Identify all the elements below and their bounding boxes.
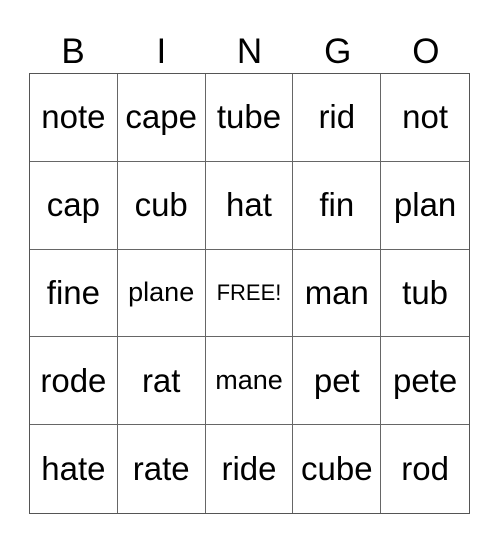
bingo-cell[interactable]: man xyxy=(293,249,382,338)
bingo-cell[interactable]: plan xyxy=(381,162,469,250)
bingo-cell[interactable]: rate xyxy=(118,425,206,513)
header-letter: B xyxy=(61,32,85,71)
bingo-cell[interactable]: cube xyxy=(293,425,382,513)
bingo-cell[interactable]: plane xyxy=(117,249,206,338)
bingo-cell[interactable]: rod xyxy=(381,425,469,513)
header-letter: N xyxy=(236,32,263,71)
bingo-cell[interactable]: tube xyxy=(205,74,294,162)
bingo-cell[interactable]: rode xyxy=(30,337,118,426)
bingo-cell[interactable]: pet xyxy=(293,337,382,426)
bingo-cell[interactable]: tub xyxy=(381,250,469,338)
header-letter: G xyxy=(324,32,352,71)
bingo-cell[interactable]: hat xyxy=(205,161,294,250)
bingo-cell[interactable]: pete xyxy=(381,337,469,426)
bingo-cell[interactable]: ride xyxy=(206,425,294,513)
bingo-cell[interactable]: cap xyxy=(30,161,118,250)
bingo-cell[interactable]: not xyxy=(381,74,469,162)
header-letter: O xyxy=(412,32,440,71)
bingo-cell[interactable]: rat xyxy=(117,337,206,426)
bingo-cell[interactable]: fine xyxy=(30,249,118,338)
bingo-cell[interactable]: cub xyxy=(117,161,206,250)
bingo-cell[interactable]: note xyxy=(30,74,118,162)
header-letter: I xyxy=(156,32,167,71)
bingo-cell[interactable]: fin xyxy=(293,161,382,250)
bingo-header: B I N G O xyxy=(29,30,470,73)
bingo-card-grid: note cape tube rid not cap cub hat fin plan fine pl… xyxy=(29,73,470,514)
bingo-cell[interactable]: mane xyxy=(205,337,294,426)
bingo-cell[interactable]: cape xyxy=(117,74,206,162)
bingo-cell[interactable]: rid xyxy=(293,74,382,162)
bingo-cell[interactable]: hate xyxy=(30,425,118,513)
free-space-cell[interactable]: FREE! xyxy=(205,249,294,338)
